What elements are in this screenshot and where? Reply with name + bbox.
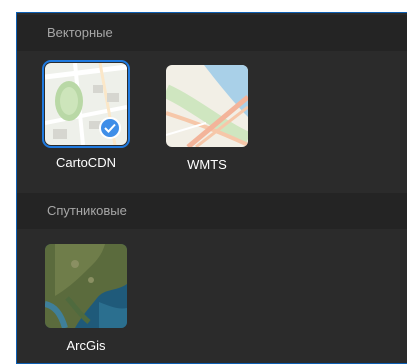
cartocdn-thumbnail[interactable] [42, 60, 130, 148]
tile-label-wmts: WMTS [187, 157, 227, 172]
tile-label-cartocdn: CartoCDN [56, 155, 116, 170]
section-header-satellite: Спутниковые [17, 193, 407, 229]
tile-label-arcgis: ArcGis [66, 338, 106, 353]
arcgis-thumbnail[interactable] [45, 244, 127, 328]
tile-cartocdn[interactable]: CartoCDN [42, 60, 133, 170]
map-source-panel: Векторные CartoCDN WMTS Спутниковые ArcG… [16, 12, 407, 364]
wmts-thumbnail[interactable] [166, 65, 248, 147]
tile-wmts[interactable]: WMTS [166, 65, 254, 172]
tile-arcgis[interactable]: ArcGis [45, 244, 133, 353]
section-header-vector: Векторные [17, 15, 407, 51]
map-source-popup: Векторные CartoCDN WMTS Спутниковые ArcG… [0, 0, 411, 364]
checkmark-icon [99, 117, 121, 139]
